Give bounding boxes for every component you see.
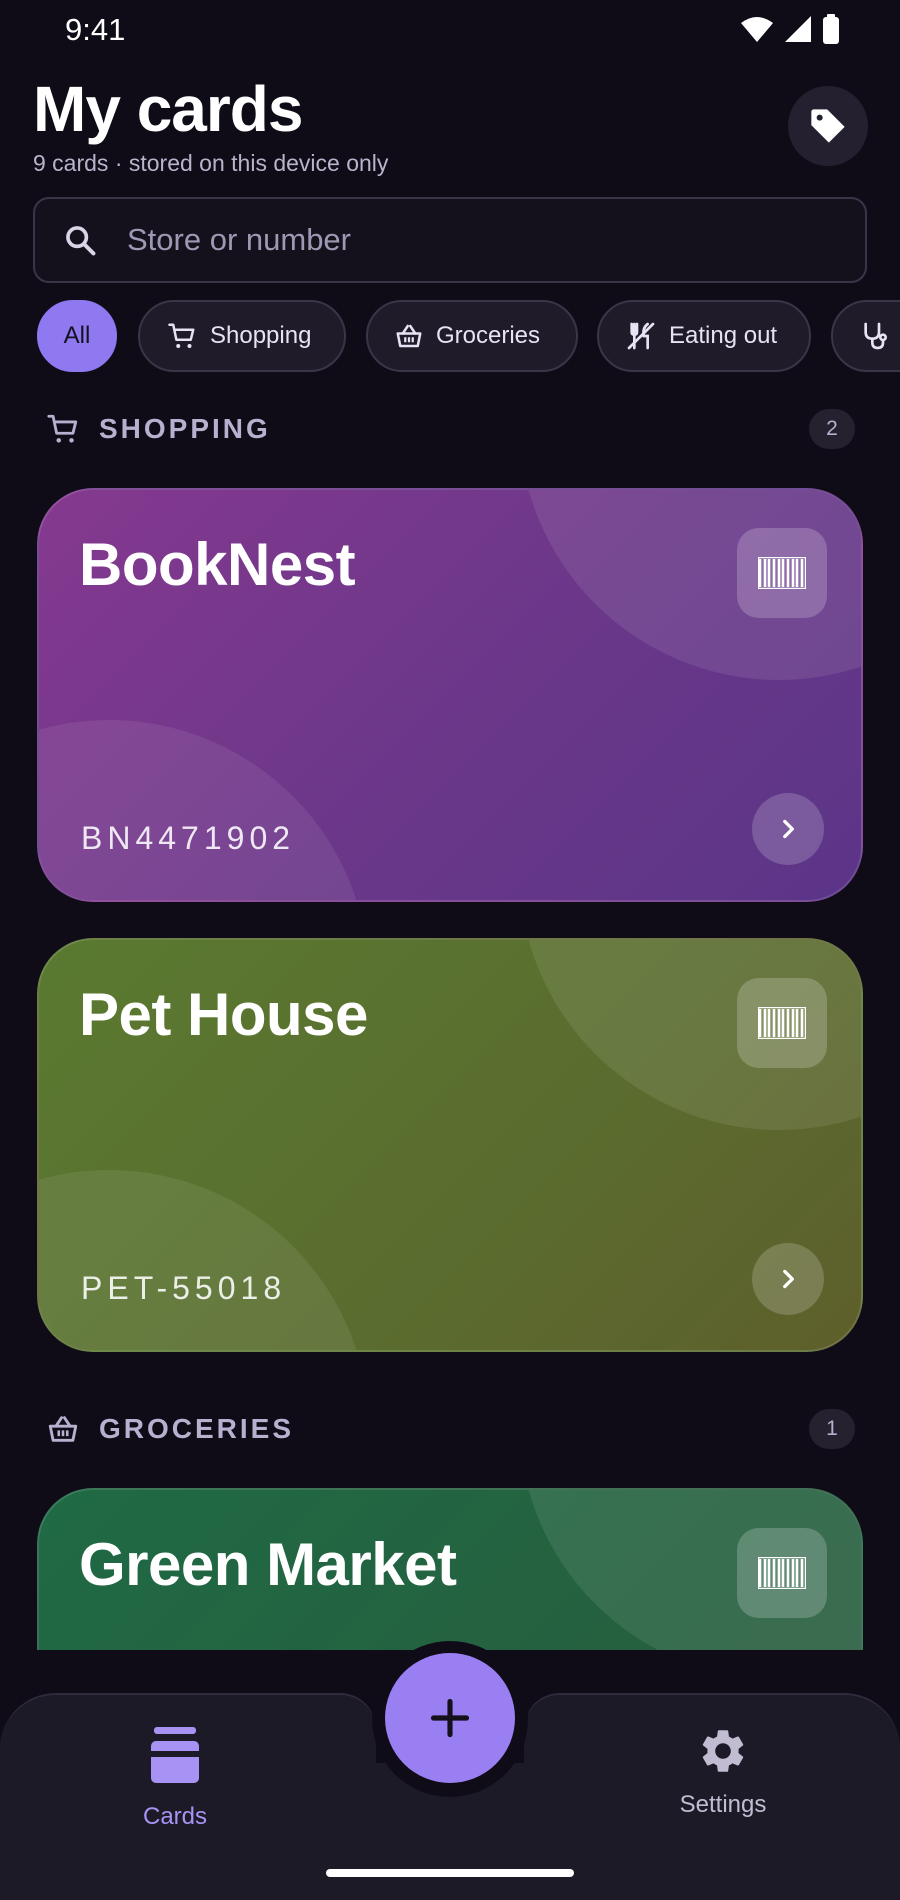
chevron-right-icon: [783, 1269, 794, 1289]
plus-icon: [430, 1698, 470, 1738]
card-name: Pet House: [79, 981, 368, 1048]
card-number: PET-55018: [81, 1270, 287, 1306]
card-name: BookNest: [79, 531, 356, 598]
add-card-button[interactable]: [385, 1653, 515, 1783]
cards-list[interactable]: SHOPPING 2 BookNest BN4471902 Pet House …: [0, 0, 900, 1650]
loyalty-card-booknest[interactable]: BookNest BN4471902: [37, 488, 863, 902]
card-name: Green Market: [79, 1531, 457, 1598]
section-title: SHOPPING: [99, 413, 271, 444]
barcode-icon: [758, 557, 806, 589]
section-header-shopping: SHOPPING 2: [45, 409, 855, 449]
card-decoration: [39, 1170, 369, 1350]
card-number: BN4471902: [81, 820, 296, 856]
loyalty-card-green-market[interactable]: Green Market: [37, 1488, 863, 1650]
barcode-icon: [758, 1007, 806, 1039]
bottom-navigation: Cards Settings: [0, 1641, 900, 1900]
nav-item-cards[interactable]: Cards: [75, 1725, 275, 1831]
section-count-badge: 1: [809, 1409, 855, 1449]
cart-icon: [45, 412, 85, 446]
open-card-button[interactable]: [752, 793, 824, 865]
section-count-badge: 2: [809, 409, 855, 449]
card-icon: [151, 1727, 199, 1783]
barcode-icon: [758, 1557, 806, 1589]
show-barcode-button[interactable]: [737, 978, 827, 1068]
section-title: GROCERIES: [99, 1413, 295, 1444]
card-decoration: [39, 720, 369, 900]
loyalty-card-pet-house[interactable]: Pet House PET-55018: [37, 938, 863, 1352]
nav-item-settings[interactable]: Settings: [623, 1725, 823, 1819]
basket-icon: [45, 1412, 85, 1446]
show-barcode-button[interactable]: [737, 528, 827, 618]
chevron-right-icon: [783, 819, 794, 839]
section-header-groceries: GROCERIES 1: [45, 1409, 855, 1449]
gear-icon: [702, 1730, 744, 1772]
nav-label-settings: Settings: [679, 1791, 767, 1818]
show-barcode-button[interactable]: [737, 1528, 827, 1618]
nav-label-cards: Cards: [142, 1803, 208, 1830]
open-card-button[interactable]: [752, 1243, 824, 1315]
home-indicator: [326, 1869, 574, 1877]
